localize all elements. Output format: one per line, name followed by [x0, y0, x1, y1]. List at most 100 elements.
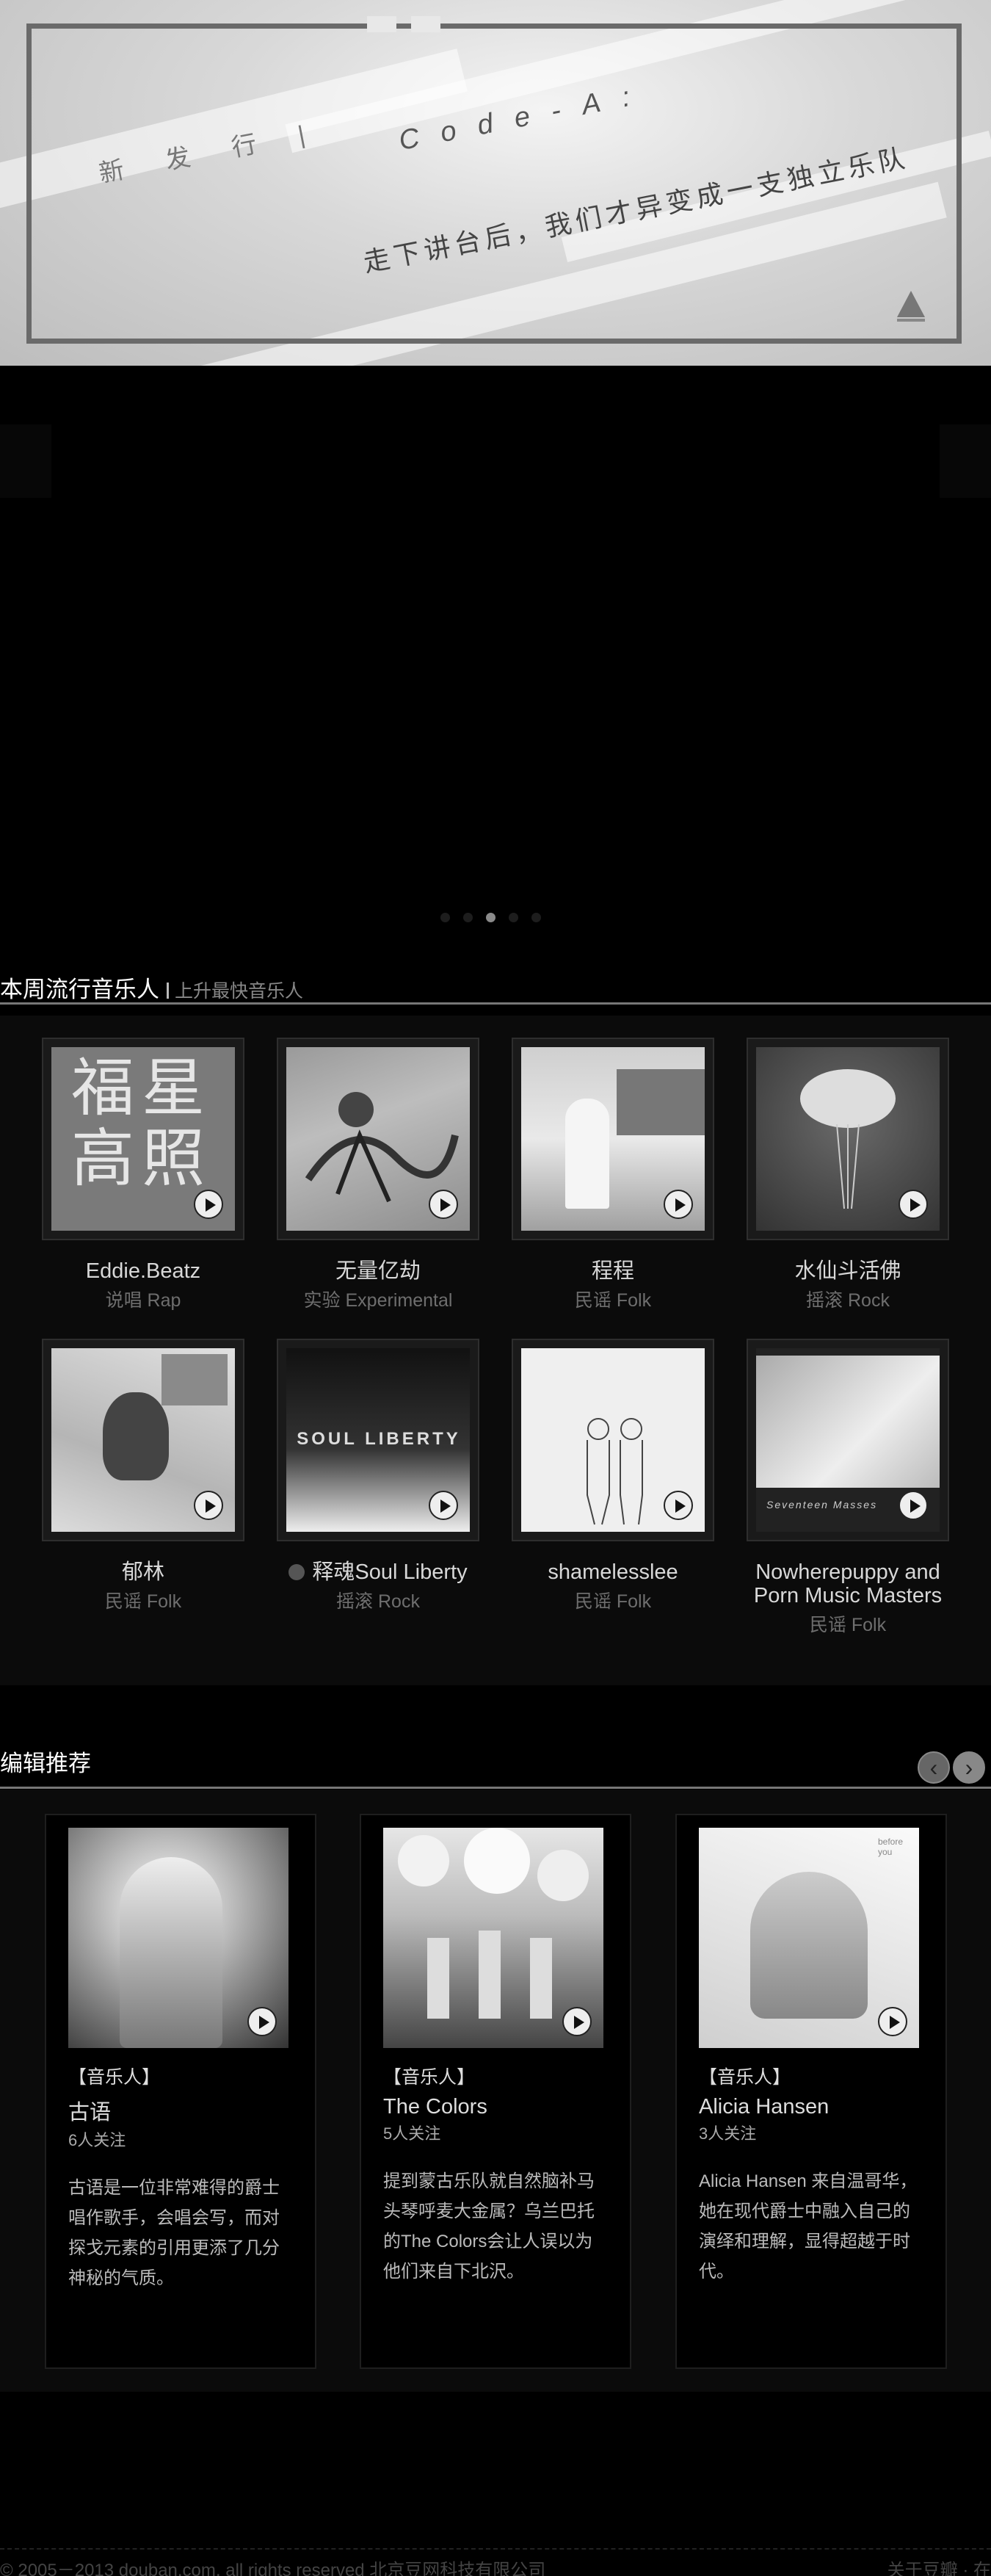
artist-name[interactable]: 无量亿劫 [277, 1259, 479, 1283]
cover-art-text: 福星高照 [71, 1052, 212, 1195]
artist-name[interactable]: 程程 [512, 1259, 714, 1283]
artist-genre[interactable]: 民谣 Folk [512, 1587, 714, 1613]
footer-links[interactable]: 关于豆瓣 · 在 [887, 2555, 991, 2576]
pick-card[interactable]: 【音乐人】 The Colors 5人关注 提到蒙古乐队就自然脑补马头琴呼麦大金… [360, 1814, 631, 2369]
pick-kind: 【音乐人】 [383, 2067, 476, 2088]
pick-card[interactable]: before you 【音乐人】 Alicia Hansen 3人关注 Alic… [675, 1814, 947, 2369]
pick-cover[interactable] [383, 1828, 603, 2048]
cover-art [464, 1828, 530, 1894]
promo-banner[interactable]: 新发行| Code-A: 走下讲台后，我们才异变成一支独立乐队 [0, 0, 991, 366]
artist-cover[interactable] [512, 1038, 714, 1240]
slider-dot[interactable] [440, 913, 450, 922]
weekly-artists-header: 本周流行音乐人 上升最快音乐人 [0, 975, 991, 1005]
banner-decor [367, 16, 396, 32]
artist-cover[interactable]: 福星高照 [42, 1038, 244, 1240]
pick-followers: 3人关注 [699, 2124, 757, 2143]
pick-cover[interactable]: before you [699, 1828, 919, 2048]
artist-name[interactable]: Nowherepuppy and Porn Music Masters [747, 1560, 949, 1607]
cover-art [565, 1099, 609, 1209]
cover-art [427, 1938, 449, 2019]
artist-genre[interactable]: 摇滚 Rock [277, 1587, 479, 1613]
slider-dot[interactable] [463, 913, 473, 922]
artist-name[interactable]: 水仙斗活佛 [747, 1259, 949, 1283]
footer: © 2005－2013 douban.com, all rights reser… [0, 2548, 991, 2576]
artist-name-text[interactable]: 释魂Soul Liberty [312, 1560, 467, 1584]
title-divider [167, 983, 169, 999]
pick-description: 古语是一位非常难得的爵士唱作歌手，会唱会写，而对探戈元素的引用更添了几分神秘的气… [68, 2178, 280, 2288]
pick-followers: 5人关注 [383, 2124, 441, 2143]
slider-prev-area[interactable] [0, 424, 51, 498]
editor-picks-header: 编辑推荐 [0, 1746, 991, 1789]
pick-kind: 【音乐人】 [68, 2067, 161, 2088]
cover-art [537, 1850, 589, 1901]
artist-card[interactable]: 郁林 民谣 Folk [42, 1339, 244, 1613]
artist-genre[interactable]: 民谣 Folk [512, 1286, 714, 1312]
play-icon[interactable] [194, 1491, 223, 1520]
artist-card[interactable]: Seventeen Masses Nowherepuppy and Porn M… [747, 1339, 949, 1637]
slider-next-area[interactable] [940, 424, 991, 498]
artist-genre[interactable]: 说唱 Rap [42, 1286, 244, 1312]
artist-grid: 福星高照 Eddie.Beatz 说唱 Rap 无量亿劫 实验 Experime… [0, 1016, 991, 1685]
cover-art [530, 1938, 552, 2019]
play-icon[interactable] [562, 2007, 592, 2036]
play-icon[interactable] [664, 1190, 693, 1219]
play-icon[interactable] [899, 1491, 928, 1520]
cover-art [756, 1356, 940, 1488]
prev-button[interactable]: ‹ [918, 1751, 950, 1784]
cover-art [750, 1872, 868, 2019]
section-title: 编辑推荐 [0, 1751, 91, 1776]
artist-card[interactable]: SOUL LIBERTY 释魂Soul Liberty 摇滚 Rock [277, 1339, 479, 1613]
label-logo-icon [897, 291, 925, 322]
pick-name[interactable]: The Colors [383, 2095, 608, 2119]
play-icon[interactable] [247, 2007, 277, 2036]
artist-cover[interactable] [747, 1038, 949, 1240]
artist-cover[interactable] [277, 1038, 479, 1240]
artist-name[interactable]: 郁林 [42, 1560, 244, 1584]
artist-genre[interactable]: 民谣 Folk [747, 1610, 949, 1637]
artist-cover[interactable] [512, 1339, 714, 1541]
artist-card[interactable]: 福星高照 Eddie.Beatz 说唱 Rap [42, 1038, 244, 1312]
artist-card[interactable]: shamelesslee 民谣 Folk [512, 1339, 714, 1613]
section-title: 本周流行音乐人 [0, 977, 159, 1002]
pick-name[interactable]: 古语 [68, 2095, 293, 2126]
footer-copyright: © 2005－2013 douban.com, all rights reser… [0, 2561, 546, 2576]
hero-slider [0, 366, 991, 946]
play-icon[interactable] [429, 1190, 458, 1219]
cover-art-text: Seventeen Masses [766, 1499, 878, 1510]
artist-cover[interactable]: Seventeen Masses [747, 1339, 949, 1541]
chevron-right-icon: › [965, 1754, 973, 1781]
artist-name[interactable]: 释魂Soul Liberty [277, 1560, 479, 1584]
slider-dot[interactable] [509, 913, 518, 922]
artist-name[interactable]: Eddie.Beatz [42, 1259, 244, 1283]
chevron-left-icon: ‹ [929, 1754, 938, 1781]
artist-name[interactable]: shamelesslee [512, 1560, 714, 1584]
cover-art-text: before you [878, 1837, 904, 1857]
cover-art [161, 1354, 228, 1405]
slider-dot[interactable] [531, 913, 541, 922]
artist-genre[interactable]: 实验 Experimental [277, 1286, 479, 1312]
artist-cover[interactable] [42, 1339, 244, 1541]
pick-name[interactable]: Alicia Hansen [699, 2095, 923, 2119]
artist-card[interactable]: 水仙斗活佛 摇滚 Rock [747, 1038, 949, 1312]
pick-card[interactable]: 【音乐人】 古语 6人关注 古语是一位非常难得的爵士唱作歌手，会唱会写，而对探戈… [45, 1814, 316, 2369]
section-subtitle: 上升最快音乐人 [175, 981, 304, 1002]
artist-genre[interactable]: 摇滚 Rock [747, 1286, 949, 1312]
next-button[interactable]: › [953, 1751, 985, 1784]
cover-art [120, 1857, 222, 2048]
artist-card[interactable]: 无量亿劫 实验 Experimental [277, 1038, 479, 1312]
artist-cover[interactable]: SOUL LIBERTY [277, 1339, 479, 1541]
cover-art [398, 1835, 449, 1886]
pick-cover[interactable] [68, 1828, 288, 2048]
artist-genre[interactable]: 民谣 Folk [42, 1587, 244, 1613]
pick-description: 提到蒙古乐队就自然脑补马头琴呼麦大金属？乌兰巴托的The Colors会让人误以… [383, 2171, 595, 2282]
artist-avatar [288, 1564, 305, 1580]
play-icon[interactable] [878, 2007, 907, 2036]
slider-dot-active[interactable] [486, 913, 496, 922]
artist-card[interactable]: 程程 民谣 Folk [512, 1038, 714, 1312]
play-icon[interactable] [899, 1190, 928, 1219]
play-icon[interactable] [664, 1491, 693, 1520]
play-icon[interactable] [429, 1491, 458, 1520]
pick-followers: 6人关注 [68, 2131, 126, 2149]
cover-art-text: SOUL LIBERTY [297, 1429, 461, 1449]
play-icon[interactable] [194, 1190, 223, 1219]
